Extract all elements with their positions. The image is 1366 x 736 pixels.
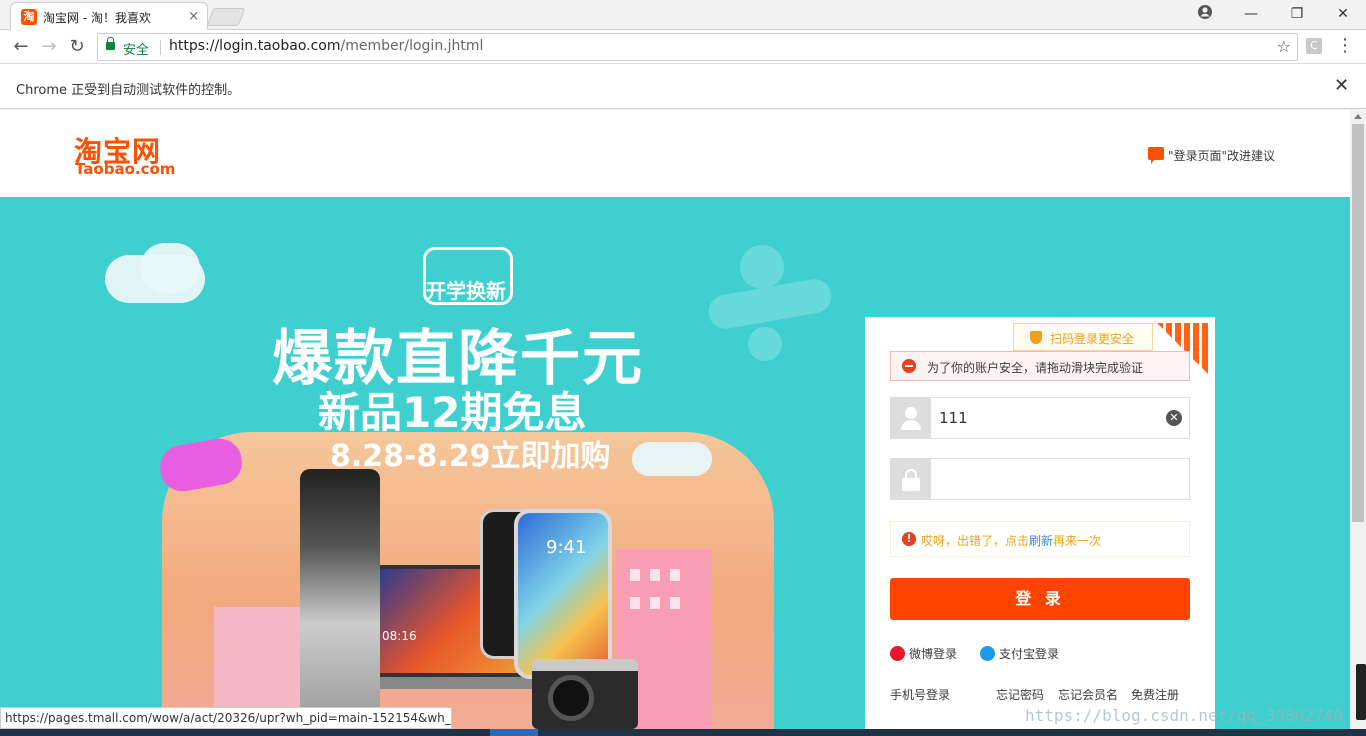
building-window xyxy=(630,569,640,581)
qr-login-tip-text: 扫码登录更安全 xyxy=(1050,332,1135,346)
system-tray xyxy=(1356,664,1366,720)
user-icon xyxy=(891,398,931,438)
promo-badge-text: 开学换新 xyxy=(426,279,506,303)
login-panel: 扫码登录更安全 为了你的账户安全，请拖动滑块完成验证 ✕ xyxy=(865,317,1215,736)
page-content: 淘宝网 Taobao.com "登录页面"改进建议 开学换新 爆款直降千元 新品… xyxy=(0,110,1350,736)
register-link[interactable]: 免费注册 xyxy=(1131,686,1179,703)
url-path: /member/login.jhtml xyxy=(340,38,484,54)
building-window xyxy=(650,597,660,609)
infobar-message: Chrome 正受到自动测试软件的控制。 xyxy=(16,83,241,98)
weibo-login-label: 微博登录 xyxy=(909,647,958,661)
forward-icon[interactable]: → xyxy=(39,37,59,57)
feedback-link[interactable]: "登录页面"改进建议 xyxy=(1168,147,1275,164)
url-host: https://login.taobao.com xyxy=(169,38,341,54)
back-icon[interactable]: ← xyxy=(11,37,31,57)
extension-icon[interactable]: C xyxy=(1306,38,1322,54)
camera-lens xyxy=(548,675,594,721)
scroll-up-icon[interactable] xyxy=(1354,114,1362,119)
scrollbar-thumb[interactable] xyxy=(1352,124,1364,522)
minus-circle-icon xyxy=(902,359,916,373)
alipay-login-label: 支付宝登录 xyxy=(999,647,1060,661)
weibo-login-link[interactable]: 微博登录 xyxy=(890,645,957,661)
taobao-logo-en[interactable]: Taobao.com xyxy=(75,160,175,178)
clear-input-icon[interactable]: ✕ xyxy=(1166,410,1182,426)
phone-login-link[interactable]: 手机号登录 xyxy=(890,686,950,703)
building-window xyxy=(650,569,660,581)
password-input[interactable] xyxy=(939,468,1159,490)
watermark: https://blog.csdn.net/qq_39802740 xyxy=(1025,706,1343,725)
new-tab-button[interactable] xyxy=(206,8,246,26)
alipay-login-link[interactable]: 支付宝登录 xyxy=(980,645,1059,661)
tab-close-icon[interactable]: × xyxy=(188,9,199,24)
tab-title: 淘宝网 - 淘！我喜欢 xyxy=(43,11,151,25)
password-field[interactable] xyxy=(890,458,1190,500)
username-field[interactable]: ✕ xyxy=(890,397,1190,439)
lock-icon xyxy=(891,459,931,499)
forgot-member-link[interactable]: 忘记会员名 xyxy=(1058,686,1118,703)
bookmark-star-icon[interactable]: ☆ xyxy=(1277,37,1291,56)
address-divider xyxy=(160,40,161,55)
error-text: 哎呀，出错了，点击刷新再来一次 xyxy=(921,532,1101,549)
page-scrollbar[interactable] xyxy=(1350,110,1366,736)
alipay-icon xyxy=(980,646,995,661)
username-input[interactable] xyxy=(939,407,1159,429)
taobao-favicon-icon: 淘 xyxy=(21,9,37,25)
phone-image xyxy=(514,509,612,679)
blender-image xyxy=(300,469,380,727)
reload-icon[interactable]: ↻ xyxy=(67,37,87,57)
building-window xyxy=(670,597,680,609)
lock-icon xyxy=(106,37,115,50)
promo-banner[interactable]: 开学换新 爆款直降千元 新品12期免息 8.28-8.29立即加购 08:16 … xyxy=(0,197,1350,736)
shield-icon xyxy=(1030,331,1042,344)
qr-login-tip[interactable]: 扫码登录更安全 xyxy=(1013,323,1153,351)
account-icon[interactable] xyxy=(1193,4,1217,24)
tab-taobao[interactable]: 淘 淘宝网 - 淘！我喜欢 × xyxy=(10,2,208,30)
phone-time: 9:41 xyxy=(546,537,587,558)
weibo-icon xyxy=(890,646,905,661)
minimize-icon[interactable]: — xyxy=(1239,4,1263,24)
address-bar[interactable]: 安全 https://login.taobao.com/member/login… xyxy=(97,33,1298,61)
shape-decoration xyxy=(748,327,782,361)
restore-icon[interactable]: ❐ xyxy=(1285,4,1309,24)
browser-toolbar: ← → ↻ 安全 https://login.taobao.com/member… xyxy=(0,30,1366,64)
menu-kebab-icon[interactable]: ⋮ xyxy=(1336,35,1354,56)
refresh-link[interactable]: 刷新 xyxy=(1029,534,1053,548)
building-window xyxy=(670,569,680,581)
cloud-decoration xyxy=(140,243,200,293)
tab-strip: 淘 淘宝网 - 淘！我喜欢 × — ❐ ✕ xyxy=(0,0,1366,30)
cloud-decoration xyxy=(632,442,712,476)
login-button[interactable]: 登 录 xyxy=(890,578,1190,620)
error-message: ! 哎呀，出错了，点击刷新再来一次 xyxy=(890,521,1190,557)
shape-decoration xyxy=(740,245,784,289)
security-alert: 为了你的账户安全，请拖动滑块完成验证 xyxy=(890,351,1190,381)
forgot-password-link[interactable]: 忘记密码 xyxy=(996,686,1044,703)
taskbar-active-item[interactable] xyxy=(490,729,538,736)
feedback-icon[interactable] xyxy=(1148,147,1164,164)
url-text[interactable]: https://login.taobao.com/member/login.jh… xyxy=(169,38,483,54)
os-taskbar xyxy=(0,729,1366,736)
security-alert-text: 为了你的账户安全，请拖动滑块完成验证 xyxy=(927,361,1144,375)
exclamation-icon: ! xyxy=(902,532,916,546)
laptop-time: 08:16 xyxy=(382,629,417,643)
status-bubble: https://pages.tmall.com/wow/a/act/20326/… xyxy=(0,707,452,729)
building-window xyxy=(630,597,640,609)
secure-label[interactable]: 安全 xyxy=(123,39,149,58)
error-prefix: 哎呀，出错了，点击 xyxy=(921,534,1030,548)
close-window-icon[interactable]: ✕ xyxy=(1331,4,1355,24)
infobar-close-icon[interactable]: ✕ xyxy=(1334,75,1349,96)
error-suffix: 再来一次 xyxy=(1053,534,1102,548)
automation-infobar: Chrome 正受到自动测试软件的控制。 ✕ xyxy=(0,65,1366,109)
